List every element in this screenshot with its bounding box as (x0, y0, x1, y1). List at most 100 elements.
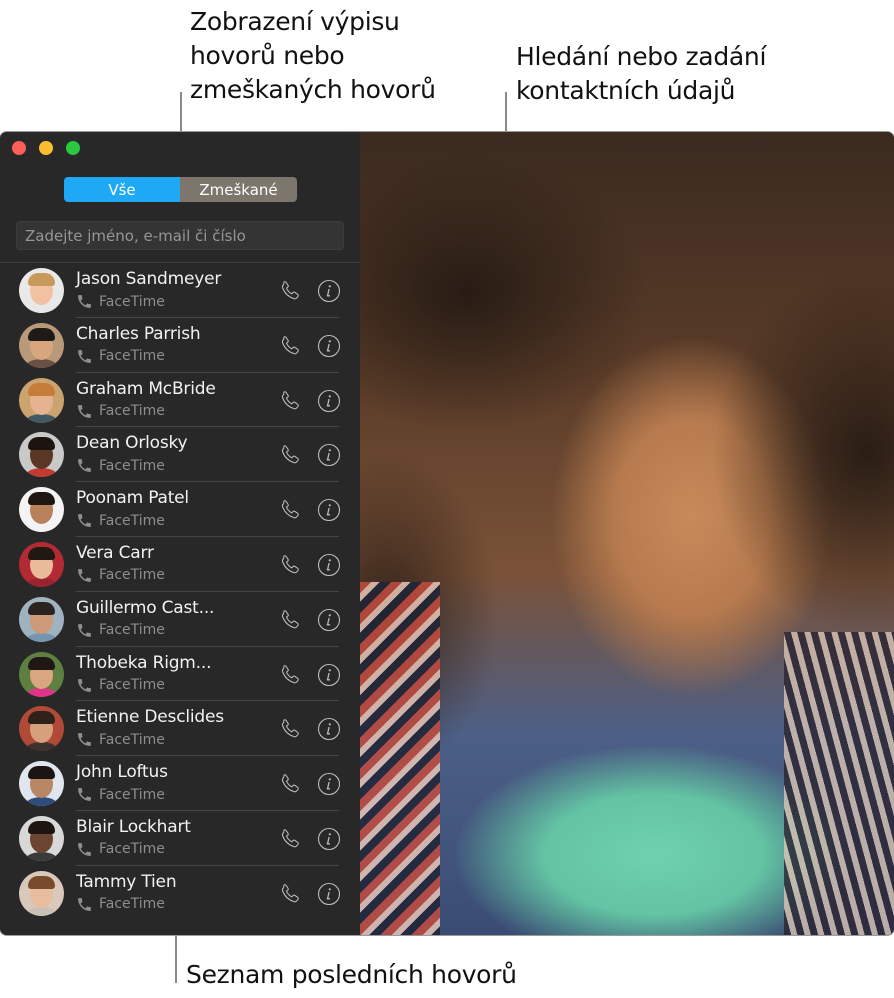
contact-name: Etienne Desclides (76, 707, 224, 728)
recent-call-row[interactable]: John Loftus FaceTime (0, 756, 360, 811)
recent-call-row[interactable]: Graham McBride FaceTime (0, 373, 360, 428)
avatar-body (24, 632, 59, 642)
avatar-hair (28, 437, 55, 451)
recent-call-row[interactable]: Charles Parrish FaceTime (0, 318, 360, 373)
phone-outline-icon[interactable] (279, 717, 302, 740)
avatar-hair (28, 492, 55, 506)
info-circle-icon[interactable] (317, 882, 341, 906)
video-preview-scarf-right (784, 632, 894, 935)
call-type: FaceTime (76, 841, 165, 858)
minimize-button[interactable] (39, 141, 53, 155)
recent-call-row[interactable]: Vera Carr FaceTime (0, 537, 360, 592)
recent-call-row[interactable]: Jason Sandmeyer FaceTime (0, 263, 360, 318)
contact-name: Jason Sandmeyer (76, 269, 222, 289)
contact-name: John Loftus (76, 762, 168, 783)
video-preview-scarf-left (360, 582, 440, 935)
phone-outline-icon[interactable] (279, 334, 302, 357)
avatar (19, 268, 64, 313)
contact-name: Blair Lockhart (76, 816, 191, 837)
phone-outline-icon[interactable] (279, 498, 302, 521)
recent-call-row[interactable]: Thobeka Rigm... FaceTime (0, 647, 360, 702)
call-type-label: FaceTime (99, 622, 165, 639)
info-circle-icon[interactable] (317, 717, 341, 741)
contact-name: Guillermo Cast... (76, 597, 215, 618)
avatar-hair (28, 273, 55, 286)
phone-outline-icon[interactable] (279, 827, 302, 850)
phone-filled-icon (78, 733, 91, 747)
info-circle-icon[interactable] (317, 663, 341, 687)
call-type-label: FaceTime (99, 731, 165, 748)
info-circle-icon[interactable] (317, 334, 341, 358)
segment-all[interactable]: Vše (64, 177, 180, 202)
info-circle-icon[interactable] (317, 389, 341, 413)
video-preview (360, 132, 894, 935)
avatar-body (24, 687, 59, 697)
contact-name: Tammy Tien (76, 871, 177, 892)
recent-call-row[interactable]: Etienne Desclides FaceTime (0, 701, 360, 757)
info-circle-icon[interactable] (317, 608, 341, 632)
call-type: FaceTime (76, 622, 165, 639)
info-circle-icon[interactable] (317, 553, 341, 577)
call-type-label: FaceTime (99, 512, 165, 529)
zoom-button[interactable] (66, 141, 80, 155)
avatar-body (24, 797, 59, 807)
info-circle-icon[interactable] (317, 279, 341, 303)
call-type-label: FaceTime (99, 786, 165, 803)
phone-filled-icon (78, 678, 91, 692)
avatar-hair (28, 656, 55, 670)
callout-list: Seznam posledních hovorů (186, 960, 517, 989)
info-circle-icon[interactable] (317, 827, 341, 851)
call-type: FaceTime (76, 731, 165, 748)
avatar-hair (28, 382, 55, 396)
callout-views-line-3: zmeškaných hovorů (190, 75, 436, 104)
info-circle-icon[interactable] (317, 772, 341, 796)
info-circle-icon[interactable] (317, 443, 341, 467)
close-button[interactable] (12, 141, 26, 155)
avatar (19, 706, 64, 752)
callout-search-line-2: kontaktních údajů (516, 76, 736, 105)
avatar-body (24, 468, 59, 478)
recent-call-row[interactable]: Tammy Tien FaceTime (0, 866, 360, 921)
segment-missed[interactable]: Zmeškané (180, 177, 297, 202)
avatar (19, 541, 64, 587)
call-type: FaceTime (76, 677, 165, 694)
call-type: FaceTime (76, 403, 165, 420)
avatar-body (24, 742, 59, 752)
call-type-label: FaceTime (99, 841, 165, 858)
phone-outline-icon[interactable] (279, 389, 302, 412)
phone-outline-icon[interactable] (279, 608, 302, 631)
callout-search-line-1: Hledání nebo zadání (516, 42, 767, 71)
phone-outline-icon[interactable] (279, 279, 302, 302)
phone-outline-icon[interactable] (279, 553, 302, 576)
calls-filter-segmented-control: Vše Zmeškané (64, 177, 297, 202)
call-type: FaceTime (76, 348, 165, 365)
callout-list-leader (175, 935, 177, 983)
phone-filled-icon (78, 349, 91, 363)
call-type-label: FaceTime (99, 567, 165, 584)
phone-outline-icon[interactable] (279, 882, 302, 905)
avatar (19, 651, 64, 697)
phone-outline-icon[interactable] (279, 443, 302, 466)
phone-filled-icon (78, 788, 91, 802)
avatar-hair (28, 601, 55, 615)
call-type: FaceTime (76, 293, 165, 310)
info-circle-icon[interactable] (317, 498, 341, 522)
phone-filled-icon (78, 843, 91, 856)
avatar-body (24, 851, 59, 861)
search-input[interactable] (16, 221, 344, 250)
phone-filled-icon (78, 459, 91, 473)
call-type-label: FaceTime (99, 403, 165, 420)
recent-call-row[interactable]: Dean Orlosky FaceTime (0, 427, 360, 483)
recent-call-row[interactable]: Poonam Patel FaceTime (0, 482, 360, 537)
recent-call-row[interactable]: Blair Lockhart FaceTime (0, 811, 360, 866)
call-type-label: FaceTime (99, 348, 165, 365)
phone-outline-icon[interactable] (279, 772, 302, 795)
avatar-hair (28, 820, 55, 834)
avatar (19, 870, 64, 916)
phone-filled-icon (78, 514, 91, 528)
contact-name: Vera Carr (76, 542, 154, 563)
call-type: FaceTime (76, 896, 165, 913)
phone-outline-icon[interactable] (279, 663, 302, 686)
recent-calls-list: Jason Sandmeyer FaceTime Charles Parrish (0, 263, 360, 921)
recent-call-row[interactable]: Guillermo Cast... FaceTime (0, 592, 360, 647)
